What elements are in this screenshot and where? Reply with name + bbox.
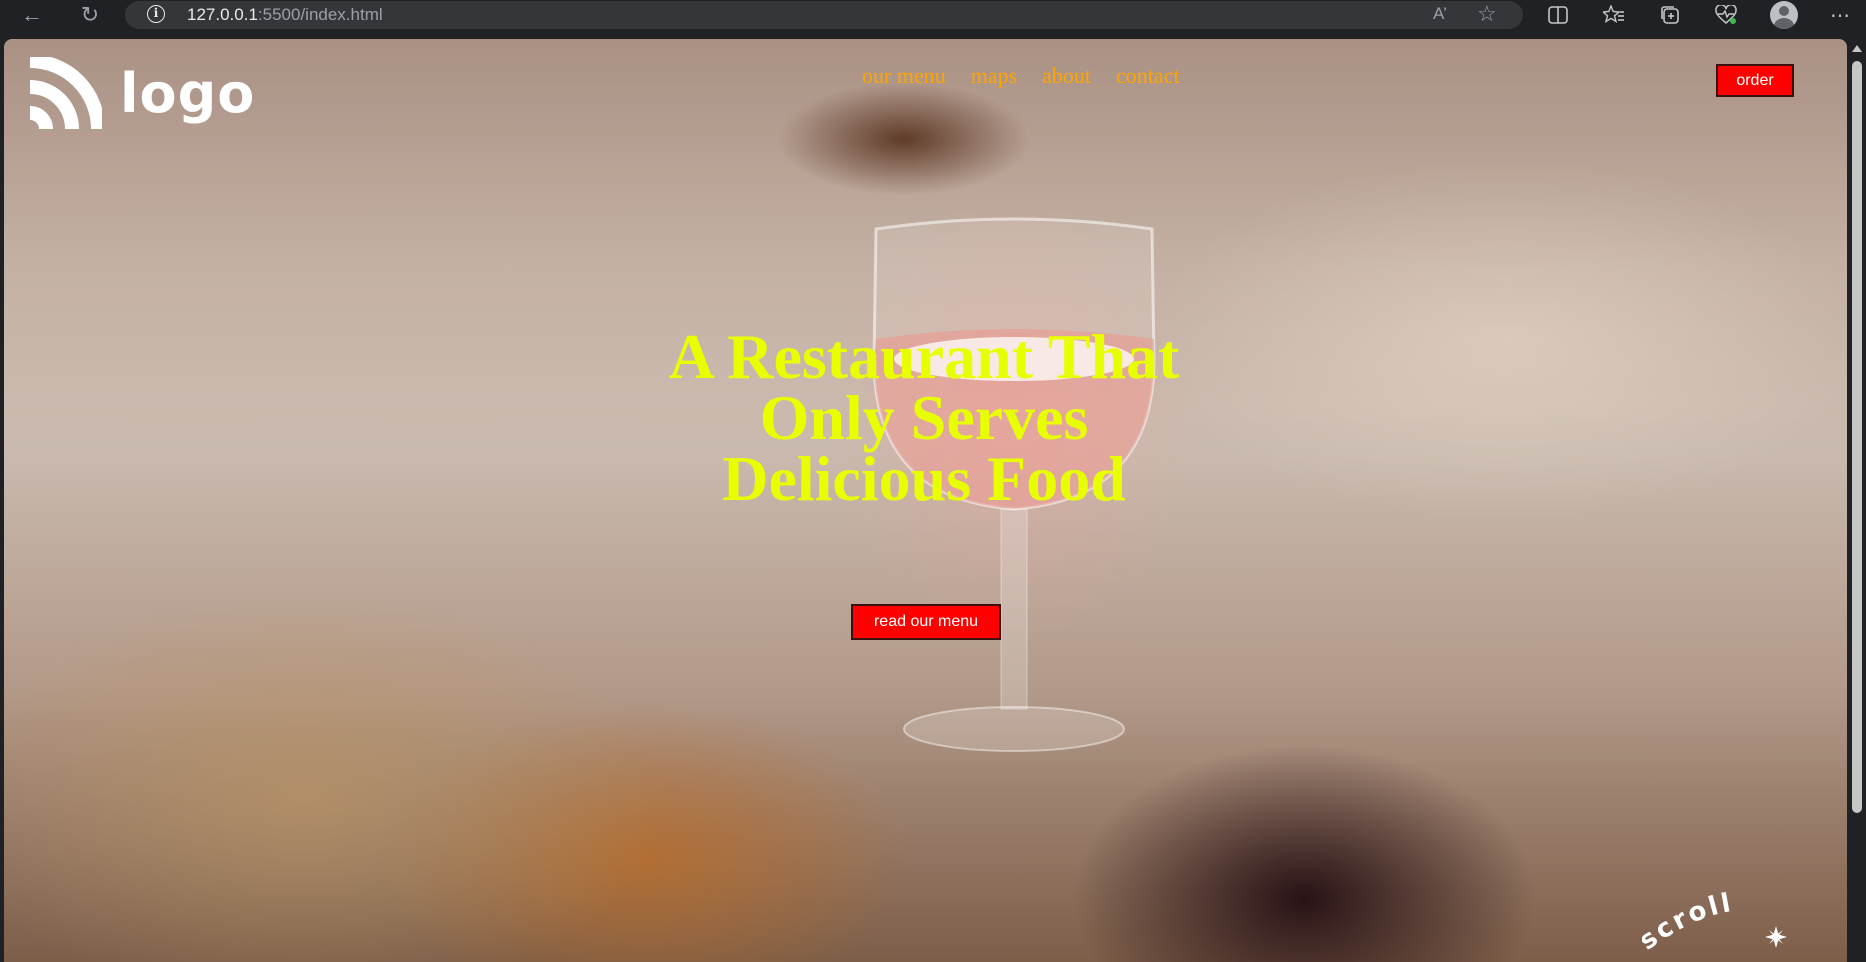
url-text: 127.0.0.1:5500/index.html [187,5,383,25]
browser-essentials-icon[interactable] [1712,2,1740,28]
url-path: :5500/index.html [257,5,383,24]
page-viewport: logo our menu maps about contact order A… [4,39,1847,962]
scrollbar-thumb[interactable] [1852,61,1862,813]
order-button[interactable]: order [1716,64,1794,97]
nav-link-maps[interactable]: maps [971,63,1017,89]
read-aloud-icon[interactable]: A’ [1433,4,1447,24]
collections-icon[interactable] [1656,2,1684,28]
favorites-icon[interactable] [1600,2,1628,28]
hero-line-1: A Restaurant That [668,321,1180,392]
address-bar[interactable]: i 127.0.0.1:5500/index.html A’ ☆ [125,1,1523,29]
split-screen-icon[interactable] [1544,2,1572,28]
favorite-star-icon[interactable]: ☆ [1477,1,1497,27]
back-arrow-icon[interactable]: ← [14,0,50,30]
main-nav: our menu maps about contact [862,63,1180,89]
logo-mark-icon [29,57,102,130]
read-menu-button[interactable]: read our menu [851,604,1001,640]
nav-link-about[interactable]: about [1042,63,1091,89]
nav-link-our-menu[interactable]: our menu [862,63,946,89]
profile-avatar-icon[interactable] [1770,1,1798,29]
scroll-badge-text: scroll [1642,891,1733,956]
page-scrollbar[interactable] [1848,39,1866,962]
svg-text:scroll: scroll [1642,891,1736,956]
sparkle-icon [1765,926,1787,948]
hero-headline: A Restaurant That Only Serves Delicious … [664,321,1184,514]
reload-icon[interactable]: ↻ [72,0,108,30]
logo-text: logo [120,62,256,125]
scroll-badge[interactable]: scroll [1642,891,1792,961]
scroll-up-arrow-icon[interactable] [1852,45,1862,52]
hero-line-2: Only Serves [759,382,1089,453]
nav-link-contact[interactable]: contact [1116,63,1180,89]
site-logo[interactable]: logo [28,57,255,131]
url-host: 127.0.0.1 [187,5,258,24]
more-options-icon[interactable]: ⋯ [1826,2,1854,28]
site-info-icon[interactable]: i [147,5,165,23]
hero-line-3: Delicious Food [722,443,1126,514]
browser-toolbar: ← ↻ i 127.0.0.1:5500/index.html A’ ☆ ⋯ [0,0,1866,39]
